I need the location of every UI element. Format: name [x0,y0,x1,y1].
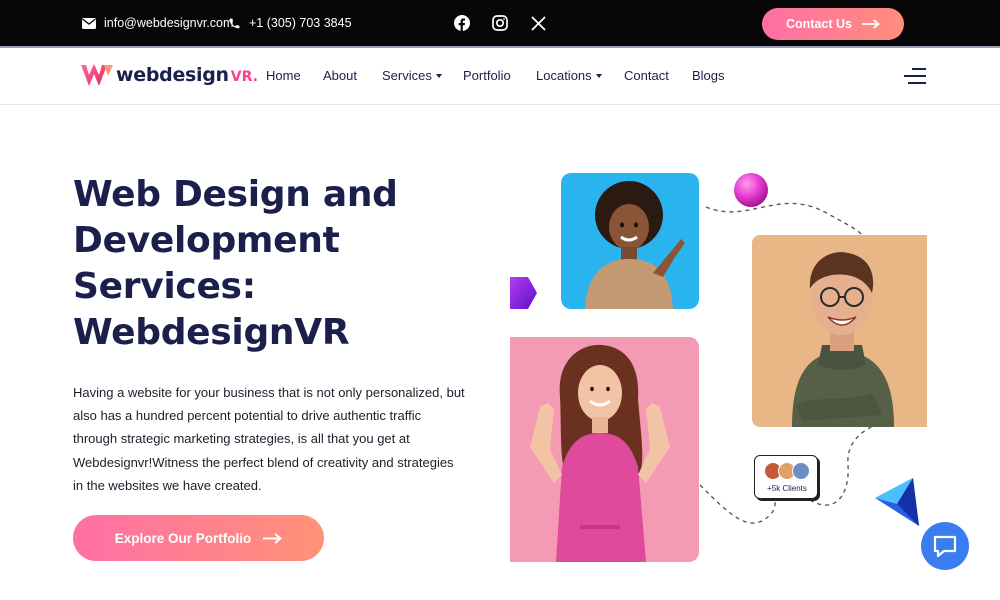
arrow-right-icon [861,19,880,29]
contact-us-button[interactable]: Contact Us [762,8,904,40]
facebook-icon [454,15,470,31]
explore-portfolio-button[interactable]: Explore Our Portfolio [73,515,324,561]
x-link[interactable] [528,13,548,33]
nav-about-label: About [323,68,357,83]
hero-photo-woman-ok-gesture [510,337,699,562]
nav-home[interactable]: Home [266,68,301,83]
hero-photo-woman-pointing [561,173,699,309]
decorative-pyramid [875,478,919,526]
envelope-icon [82,17,96,29]
hero-description: Having a website for your business that … [73,381,473,497]
nav-contact[interactable]: Contact [624,68,669,83]
facebook-link[interactable] [452,13,472,33]
hero-heading-line: Services: [73,266,256,307]
nav-portfolio-label: Portfolio [463,68,511,83]
nav-portfolio[interactable]: Portfolio [463,68,511,83]
decorative-arrow-shape [510,277,537,309]
hero-heading: Web Design and Development Services: Web… [73,172,473,356]
hero-heading-line: Web Design and [73,174,398,215]
clients-count-label: +5k Clients [767,484,807,493]
main-navbar: webdesign VR. Home About Services Portfo… [0,48,1000,105]
phone-icon [229,18,240,28]
email-text: info@webdesignvr.com [104,16,234,30]
decorative-sphere [734,173,768,207]
instagram-link[interactable] [490,13,510,33]
email-contact[interactable]: info@webdesignvr.com [82,0,233,46]
nav-services[interactable]: Services [382,68,442,83]
hero-heading-line: Development [73,220,340,261]
nav-services-label: Services [382,68,432,83]
nav-home-label: Home [266,68,301,83]
nav-contact-label: Contact [624,68,669,83]
nav-locations[interactable]: Locations [536,68,602,83]
nav-blogs[interactable]: Blogs [692,68,725,83]
hero-description-line: Webdesignvr!Witness the perfect blend of… [73,454,454,470]
phone-text: +1 (305) 703 3845 [249,16,352,30]
hero-description-line: through strategic marketing strategies, … [73,431,410,447]
arrow-right-icon [263,532,283,544]
avatar [792,462,810,480]
logo-suffix: VR. [230,68,258,85]
live-chat-button[interactable] [921,522,969,570]
chat-bubble-icon [933,535,957,558]
hero-description-line: Having a website for your business that … [73,385,465,400]
phone-contact[interactable]: +1 (305) 703 3845 [228,0,352,46]
hero-photo-man-smiling [752,235,927,427]
nav-locations-label: Locations [536,68,592,83]
caret-down-icon [595,73,602,78]
hero-description-line: also has a hundred percent potential to … [73,408,422,424]
site-logo[interactable]: webdesign VR. [80,62,258,88]
hero-heading-line: WebdesignVR [73,312,350,353]
contact-us-label: Contact Us [786,17,852,31]
menu-toggle-icon[interactable] [904,68,926,86]
caret-down-icon [435,73,442,78]
top-contact-bar: info@webdesignvr.com +1 (305) 703 3845 C… [0,0,1000,46]
explore-portfolio-label: Explore Our Portfolio [114,530,252,546]
logo-mark-icon [81,64,113,86]
logo-wordmark: webdesign [116,64,229,86]
instagram-icon [492,15,508,31]
nav-about[interactable]: About [323,68,357,83]
clients-count-badge: +5k Clients [754,455,818,499]
x-icon [530,15,546,31]
nav-blogs-label: Blogs [692,68,725,83]
hero-description-line: in the websites we have created. [73,477,262,493]
